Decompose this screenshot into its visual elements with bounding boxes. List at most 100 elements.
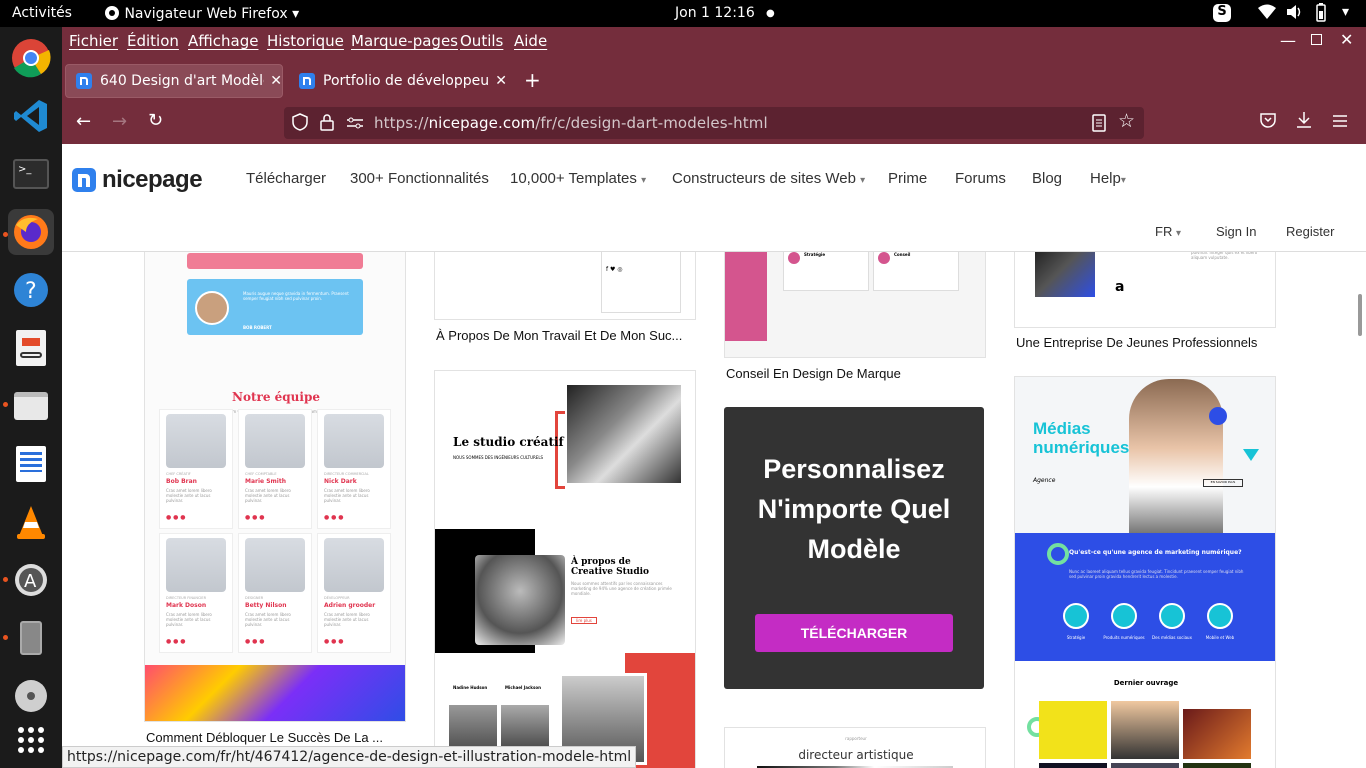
disc-icon[interactable] [8,673,54,719]
maximize-button[interactable] [1311,34,1322,45]
software-updater-icon[interactable]: A [8,557,54,603]
pocket-icon[interactable] [1260,112,1276,132]
person-name: Nadine Hudson [453,685,488,690]
team-member-card: DIRECTEUR COMMERCIAL Nick Dark Cras amet l… [317,409,391,529]
presentation-app-icon[interactable] [8,325,54,371]
url-text[interactable]: https://nicepage.com/fr/c/design-dart-mo… [374,114,768,132]
card-caption[interactable]: À Propos De Mon Travail Et De Mon Suc... [436,328,682,343]
skype-icon[interactable]: S [1213,4,1231,22]
writer-icon[interactable] [8,441,54,487]
permissions-icon[interactable] [346,115,364,134]
register-link[interactable]: Register [1286,224,1334,239]
nav-forums[interactable]: Forums [955,170,1006,187]
app-menu[interactable]: Navigateur Web Firefox ▾ [104,5,299,22]
menu-marque-pages[interactable]: Marque-pages [351,32,458,50]
nav-help-label: Help [1090,170,1121,187]
menu-edition[interactable]: Édition [127,32,179,50]
lock-icon[interactable] [320,113,334,135]
nav-help[interactable]: Help▾ [1090,170,1126,187]
template-card-brand[interactable]: Stratégie Conseil [724,234,986,358]
nav-fonctionnalites[interactable]: 300+ Fonctionnalités [350,170,489,187]
reload-button[interactable]: ↻ [148,110,163,131]
help-icon[interactable]: ? [8,267,54,313]
chrome-icon[interactable] [8,35,54,81]
clock[interactable]: Jon 1 12:16 [675,5,755,21]
vlc-icon[interactable] [8,499,54,545]
url-bar[interactable]: https://nicepage.com/fr/c/design-dart-mo… [284,107,1144,139]
vscode-icon[interactable] [8,93,54,139]
menu-historique[interactable]: Historique [267,32,344,50]
template-card-digital-media[interactable]: Médias numériques Agence EN SAVOIR PLUS … [1014,376,1276,768]
card-caption[interactable]: Conseil En Design De Marque [726,366,901,381]
tab-bar: 640 Design d'art Modèles ✕ Portfolio de … [62,58,1366,100]
sign-in-link[interactable]: Sign In [1216,224,1256,239]
language-select[interactable]: FR ▾ [1155,224,1181,239]
avatar [195,291,229,325]
nicepage-logo-icon[interactable] [72,168,96,192]
back-button[interactable]: ← [76,111,91,132]
phone-shape [20,621,42,655]
nav-prime[interactable]: Prime [888,170,927,187]
bookmark-star-icon[interactable]: ☆ [1118,110,1135,132]
social-icons: ● ● ● [324,638,344,645]
team-member-card: CHEF COMPTABLE Marie Smith Cras amet lorem… [238,409,312,529]
nav-constructeurs-label: Constructeurs de sites Web [672,170,856,187]
tracking-shield-icon[interactable] [292,113,308,135]
downloads-icon[interactable] [1296,111,1312,133]
member-role: DESIGNER [245,596,264,600]
files-icon[interactable] [8,383,54,429]
url-scheme: https:// [374,114,429,132]
volume-icon[interactable] [1285,3,1303,25]
activities-button[interactable]: Activités [12,5,72,21]
nav-constructeurs[interactable]: Constructeurs de sites Web ▾ [672,170,865,187]
terminal-icon[interactable]: >_ [8,151,54,197]
close-tab-icon[interactable]: ✕ [270,73,282,89]
close-window-button[interactable]: ✕ [1340,30,1353,49]
wifi-icon[interactable] [1257,3,1277,25]
service-label: Produits numériques [1103,635,1145,640]
new-tab-button[interactable]: + [524,68,541,92]
template-card-art-director[interactable]: rapporteur directeur artistique [724,727,986,768]
template-card-team[interactable]: Mauris augue neque gravida in fermentum.… [144,234,406,722]
social-icons: ● ● ● [166,514,186,521]
page-scrollbar-thumb[interactable] [1358,294,1362,336]
forward-button[interactable]: → [112,111,127,132]
close-tab-icon[interactable]: ✕ [495,73,507,89]
gallery-tile [1183,763,1251,768]
logo-text[interactable]: nicepage [102,166,203,194]
promo-download-button[interactable]: TÉLÉCHARGER [755,614,953,652]
member-name: Betty Nilson [245,602,287,609]
cyan-triangle [1243,449,1259,461]
menu-affichage[interactable]: Affichage [188,32,258,50]
nav-templates[interactable]: 10,000+ Templates ▾ [510,170,646,187]
menu-fichier[interactable]: Fichier [69,32,118,50]
team-title: Notre équipe [232,390,320,404]
blue-dot [1209,407,1227,425]
reader-view-icon[interactable] [1092,114,1106,136]
writer-doc-shape [16,446,46,482]
nav-telecharger[interactable]: Télécharger [246,170,326,187]
mobile-device-icon[interactable] [8,615,54,661]
member-role: DÉVELOPPEUR [324,596,350,600]
battery-icon[interactable] [1313,3,1329,27]
studio-photo [567,385,681,483]
url-host: nicepage.com [428,114,536,132]
card-caption[interactable]: Comment Débloquer Le Succès De La ... [146,730,383,745]
menu-aide[interactable]: Aide [514,32,547,50]
social-icons: ● ● ● [166,638,186,645]
power-menu-chevron-icon[interactable]: ▾ [1342,4,1349,20]
member-role: DIRECTEUR COMMERCIAL [324,472,369,476]
advice-icon [878,252,890,264]
show-apps-grid-icon[interactable] [8,717,54,763]
hamburger-menu-icon[interactable] [1332,113,1348,132]
tab-portfolio[interactable]: Portfolio de développeur ✕ [289,64,507,98]
template-card-studio[interactable]: Le studio créatif NOUS SOMMES DES INGÉNI… [434,370,696,768]
card-caption[interactable]: Une Entreprise De Jeunes Professionnels [1016,335,1257,350]
service-icon [1207,603,1233,629]
tab-design-dart[interactable]: 640 Design d'art Modèles ✕ [65,64,283,98]
member-photo [166,414,226,468]
minimize-button[interactable]: — [1280,31,1296,50]
menu-outils[interactable]: Outils [460,32,503,50]
firefox-icon[interactable] [8,209,54,255]
nav-blog[interactable]: Blog [1032,170,1062,187]
